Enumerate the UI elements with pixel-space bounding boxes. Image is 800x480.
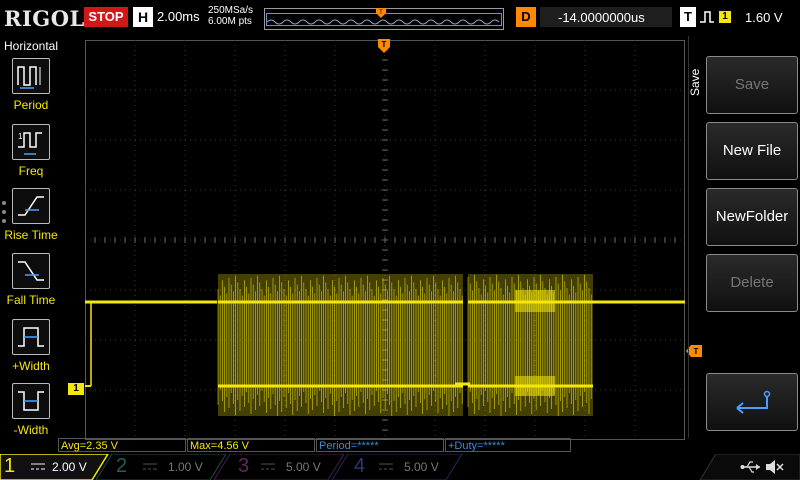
- channel-4-tab[interactable]: 4 5.00 V: [348, 454, 448, 480]
- trigger-tag: T: [680, 7, 696, 27]
- dc-coupling-icon: [261, 463, 275, 470]
- svg-text:T: T: [382, 40, 387, 49]
- svg-text:T: T: [379, 10, 383, 16]
- measure-positive-width-button[interactable]: +Width: [0, 319, 62, 379]
- frequency-icon: 1: [12, 124, 50, 160]
- timebase-value[interactable]: 2.00ms: [157, 9, 200, 24]
- rise-time-icon: [12, 188, 50, 224]
- channel-1-tab[interactable]: 1 2.00 V: [0, 454, 100, 480]
- trigger-position-marker[interactable]: T: [378, 39, 390, 53]
- back-button[interactable]: [706, 373, 798, 431]
- measure-negative-width-button[interactable]: -Width: [0, 383, 62, 443]
- ch1-waveform: [85, 274, 685, 416]
- usb-icon: [740, 461, 760, 473]
- measure-frequency-button[interactable]: 1 Freq: [0, 124, 62, 184]
- channel-2-number: 2: [116, 455, 128, 477]
- channel-1-number: 1: [4, 455, 16, 477]
- return-arrow-icon: [736, 390, 771, 414]
- period-icon: [12, 58, 50, 94]
- trigger-source-badge: 1: [719, 11, 731, 23]
- avg-measurement[interactable]: Avg=2.35 V: [58, 438, 186, 452]
- period-label: Period: [13, 98, 49, 112]
- svg-text:Save: Save: [688, 68, 702, 96]
- dc-coupling-icon: [31, 463, 45, 470]
- dense-segment: [515, 290, 555, 312]
- channel-bar: 1 2.00 V 2 1.00 V 3 5.00 V 4 5.00 V: [0, 454, 800, 480]
- delay-value[interactable]: -14.0000000us: [558, 10, 645, 25]
- delay-tag: D: [516, 7, 536, 27]
- dense-segment: [515, 376, 555, 396]
- period-measurement[interactable]: Period=*****: [316, 438, 444, 452]
- horizontal-tag: H: [133, 7, 153, 27]
- memory-depth: 6.00M pts: [208, 16, 252, 27]
- svg-text:T: T: [694, 347, 699, 356]
- positive-width-label: +Width: [12, 359, 50, 373]
- dc-coupling-icon: [379, 463, 393, 470]
- waveform-display[interactable]: [85, 40, 685, 440]
- frequency-label: Freq: [18, 164, 44, 178]
- duty-measurement[interactable]: +Duty=*****: [445, 438, 571, 452]
- save-menu-title: Save: [688, 68, 702, 96]
- max-measurement[interactable]: Max=4.56 V: [187, 438, 315, 452]
- save-button[interactable]: Save: [706, 56, 798, 114]
- top-status-bar: RIGOL STOP H 2.00ms 250MSa/s 6.00M pts T…: [0, 0, 800, 36]
- channel-1-scale: 2.00 V: [52, 460, 87, 474]
- acquisition-info: 250MSa/s 6.00M pts: [208, 5, 253, 27]
- channel-3-number: 3: [238, 455, 250, 477]
- memory-trigger-marker: T: [376, 8, 386, 20]
- svg-text:1: 1: [18, 132, 23, 141]
- dc-coupling-icon: [143, 463, 157, 470]
- sample-rate: 250MSa/s: [208, 5, 254, 16]
- measure-fall-time-button[interactable]: Fall Time: [0, 253, 62, 313]
- negative-width-icon: [12, 383, 50, 419]
- sound-muted-icon[interactable]: [764, 458, 784, 476]
- delete-button[interactable]: Delete: [706, 254, 798, 312]
- channel-4-number: 4: [354, 455, 366, 477]
- rising-edge-icon: [699, 9, 715, 25]
- channel-4-scale: 5.00 V: [404, 460, 439, 474]
- positive-width-icon: [12, 319, 50, 355]
- rise-time-label: Rise Time: [4, 228, 58, 242]
- brand-logo: RIGOL: [4, 6, 85, 31]
- channel-2-scale: 1.00 V: [168, 460, 203, 474]
- fall-time-icon: [12, 253, 50, 289]
- measure-menu: Horizontal Period 1 Freq Rise Time Fall …: [0, 36, 62, 438]
- channel-3-scale: 5.00 V: [286, 460, 321, 474]
- measure-rise-time-button[interactable]: Rise Time: [0, 188, 62, 248]
- run-stop-status[interactable]: STOP: [84, 7, 128, 27]
- measure-menu-title: Horizontal: [4, 39, 59, 53]
- channel-2-tab[interactable]: 2 1.00 V: [112, 454, 212, 480]
- new-file-button[interactable]: New File: [706, 122, 798, 180]
- burst-envelope: [218, 274, 463, 416]
- new-folder-button[interactable]: NewFolder: [706, 188, 798, 246]
- ch1-offset-marker[interactable]: 1: [68, 383, 84, 395]
- measure-period-button[interactable]: Period: [0, 58, 62, 118]
- channel-3-tab[interactable]: 3 5.00 V: [230, 454, 330, 480]
- negative-width-label: -Width: [13, 423, 49, 437]
- trigger-level-value[interactable]: 1.60 V: [745, 10, 783, 25]
- fall-time-label: Fall Time: [6, 293, 56, 307]
- memory-overview-bar: T: [264, 8, 504, 30]
